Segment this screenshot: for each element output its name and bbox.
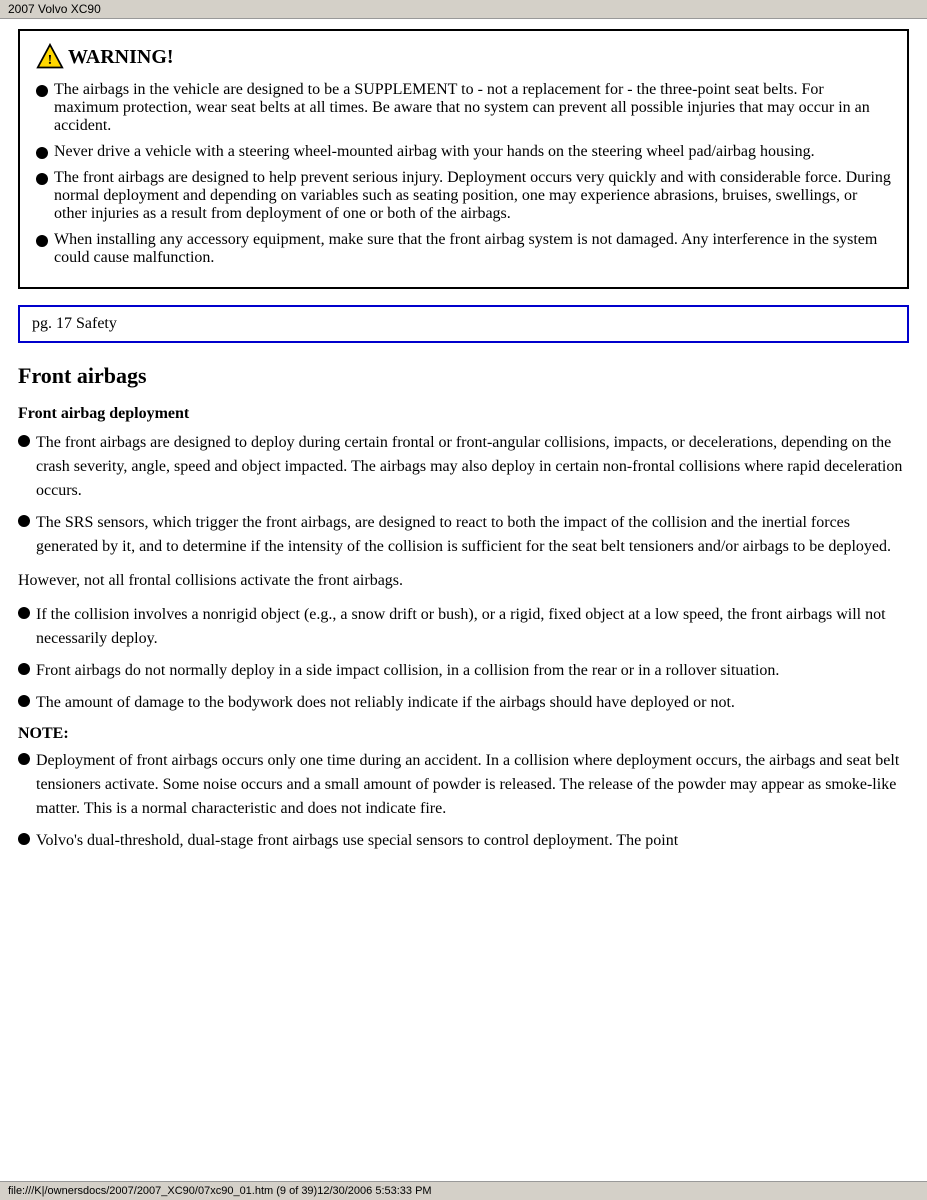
bullet-icon — [18, 663, 30, 675]
page-ref-text: pg. 17 Safety — [32, 315, 117, 332]
paragraph1: However, not all frontal collisions acti… — [18, 569, 909, 593]
note-bullet-list: Deployment of front airbags occurs only … — [18, 749, 909, 853]
note-bullet-2: Volvo's dual-threshold, dual-stage front… — [18, 829, 909, 853]
warning-bullet-2: Never drive a vehicle with a steering wh… — [36, 143, 891, 161]
warning-bullet-list: The airbags in the vehicle are designed … — [36, 81, 891, 267]
subsection2-bullet-2: Front airbags do not normally deploy in … — [18, 659, 909, 683]
subsection2-bullet-list: If the collision involves a nonrigid obj… — [18, 603, 909, 715]
bullet-icon — [18, 607, 30, 619]
warning-body: The airbags in the vehicle are designed … — [36, 81, 891, 267]
footer-bar: file:///K|/ownersdocs/2007/2007_XC90/07x… — [0, 1181, 927, 1200]
warning-bullet-2-text: Never drive a vehicle with a steering wh… — [54, 143, 815, 161]
note-title: NOTE: — [18, 725, 909, 743]
footer-text: file:///K|/ownersdocs/2007/2007_XC90/07x… — [8, 1185, 432, 1197]
subsection1-bullet-2-text: The SRS sensors, which trigger the front… — [36, 511, 909, 559]
warning-bullet-3: The front airbags are designed to help p… — [36, 169, 891, 223]
warning-icon: ! — [36, 43, 64, 71]
bullet-icon — [36, 147, 48, 159]
bullet-icon — [18, 435, 30, 447]
browser-title-bar: 2007 Volvo XC90 — [0, 0, 927, 19]
note-bullet-1: Deployment of front airbags occurs only … — [18, 749, 909, 821]
bullet-icon — [18, 515, 30, 527]
bullet-icon — [18, 833, 30, 845]
subsection1-bullet-1: The front airbags are designed to deploy… — [18, 431, 909, 503]
bullet-icon — [18, 753, 30, 765]
warning-title-text: WARNING! — [68, 46, 174, 69]
warning-bullet-4-text: When installing any accessory equipment,… — [54, 231, 891, 267]
page-content: ! WARNING! The airbags in the vehicle ar… — [0, 19, 927, 903]
section-title: Front airbags — [18, 363, 909, 389]
warning-bullet-4: When installing any accessory equipment,… — [36, 231, 891, 267]
warning-box: ! WARNING! The airbags in the vehicle ar… — [18, 29, 909, 289]
subsection2-bullet-1-text: If the collision involves a nonrigid obj… — [36, 603, 909, 651]
bullet-icon — [36, 85, 48, 97]
page-ref-box[interactable]: pg. 17 Safety — [18, 305, 909, 343]
svg-text:!: ! — [48, 53, 53, 68]
subsection1-title: Front airbag deployment — [18, 405, 909, 423]
subsection2-bullet-3-text: The amount of damage to the bodywork doe… — [36, 691, 735, 715]
note-bullet-1-text: Deployment of front airbags occurs only … — [36, 749, 909, 821]
bullet-icon — [36, 235, 48, 247]
warning-bullet-3-text: The front airbags are designed to help p… — [54, 169, 891, 223]
note-bullet-2-text: Volvo's dual-threshold, dual-stage front… — [36, 829, 678, 853]
warning-bullet-1: The airbags in the vehicle are designed … — [36, 81, 891, 135]
subsection1-bullet-1-text: The front airbags are designed to deploy… — [36, 431, 909, 503]
subsection2-bullet-1: If the collision involves a nonrigid obj… — [18, 603, 909, 651]
bullet-icon — [36, 173, 48, 185]
warning-bullet-1-text: The airbags in the vehicle are designed … — [54, 81, 891, 135]
subsection2-bullet-3: The amount of damage to the bodywork doe… — [18, 691, 909, 715]
subsection1-bullet-list: The front airbags are designed to deploy… — [18, 431, 909, 559]
warning-title: ! WARNING! — [36, 43, 891, 71]
browser-title-text: 2007 Volvo XC90 — [8, 2, 101, 16]
bullet-icon — [18, 695, 30, 707]
subsection1-bullet-2: The SRS sensors, which trigger the front… — [18, 511, 909, 559]
subsection2-bullet-2-text: Front airbags do not normally deploy in … — [36, 659, 779, 683]
